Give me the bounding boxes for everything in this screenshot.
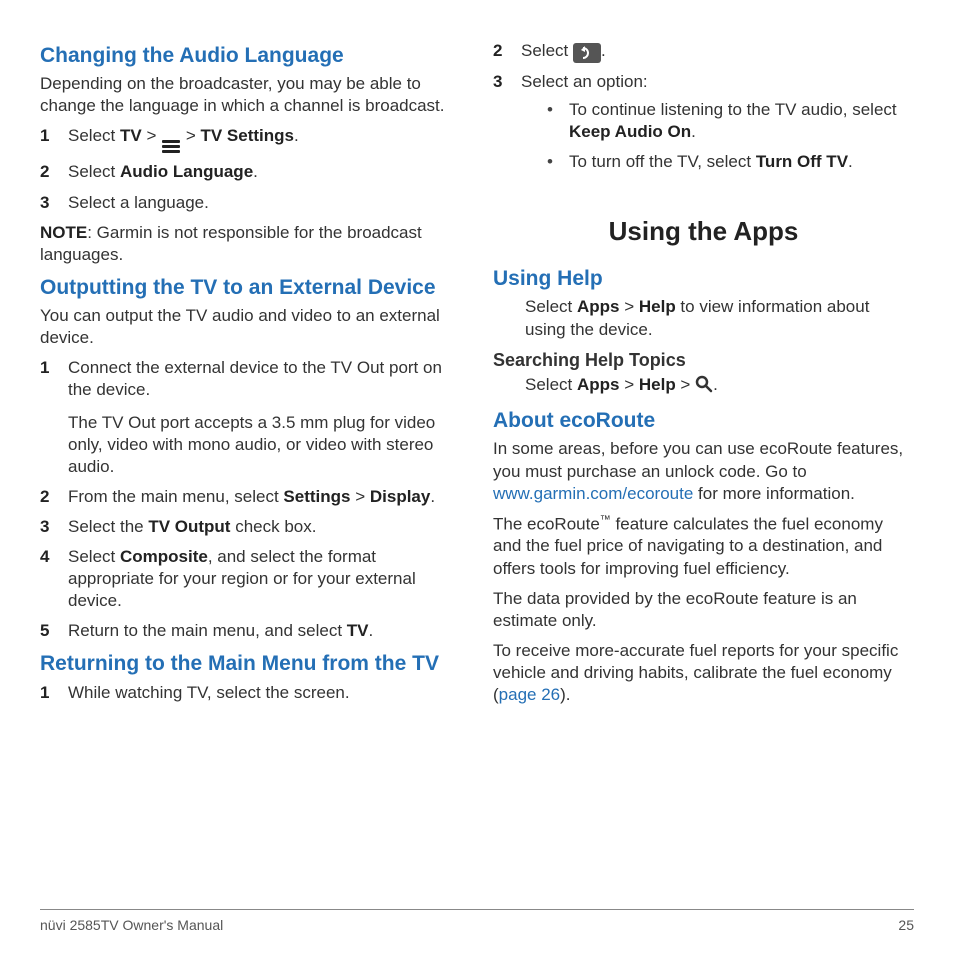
page-footer: nüvi 2585TV Owner's Manual 25	[40, 909, 914, 934]
using-help-body: Select Apps > Help to view information a…	[493, 296, 914, 340]
step: 1 Select TV > > TV Settings.	[40, 125, 461, 153]
bullet: •To turn off the TV, select Turn Off TV.	[521, 151, 914, 173]
tv-external-intro: You can output the TV audio and video to…	[40, 305, 461, 349]
step: 2 From the main menu, select Settings > …	[40, 486, 461, 508]
search-help-body: Select Apps > Help > .	[493, 374, 914, 399]
note: NOTE: Garmin is not responsible for the …	[40, 222, 461, 266]
audio-language-intro: Depending on the broadcaster, you may be…	[40, 73, 461, 117]
step: 2 Select .	[493, 40, 914, 63]
page-26-link[interactable]: page 26	[499, 685, 560, 704]
back-icon	[573, 43, 601, 63]
ecoroute-link[interactable]: www.garmin.com/ecoroute	[493, 484, 693, 503]
step: 5 Return to the main menu, and select TV…	[40, 620, 461, 642]
left-column: Changing the Audio Language Depending on…	[40, 36, 461, 896]
heading-ecoroute: About ecoRoute	[493, 407, 914, 434]
heading-search-help: Searching Help Topics	[493, 349, 914, 372]
eco-para-3: The data provided by the ecoRoute featur…	[493, 588, 914, 632]
eco-para-4: To receive more-accurate fuel reports fo…	[493, 640, 914, 706]
heading-tv-external: Outputting the TV to an External Device	[40, 274, 461, 301]
bullet: •To continue listening to the TV audio, …	[521, 99, 914, 143]
heading-audio-language: Changing the Audio Language	[40, 42, 461, 69]
step: 1 Connect the external device to the TV …	[40, 357, 461, 477]
search-icon	[695, 375, 713, 399]
eco-para-1: In some areas, before you can use ecoRou…	[493, 438, 914, 504]
step: 4 Select Composite, and select the forma…	[40, 546, 461, 612]
footer-title: nüvi 2585TV Owner's Manual	[40, 916, 223, 934]
step: 3 Select a language.	[40, 192, 461, 214]
heading-return-main: Returning to the Main Menu from the TV	[40, 650, 461, 677]
heading-using-help: Using Help	[493, 265, 914, 292]
heading-using-apps: Using the Apps	[493, 215, 914, 249]
step: 2 Select Audio Language.	[40, 161, 461, 183]
footer-page-number: 25	[898, 916, 914, 934]
step: 1 While watching TV, select the screen.	[40, 682, 461, 704]
step: 3 Select the TV Output check box.	[40, 516, 461, 538]
step-text: Select TV > > TV Settings.	[68, 125, 461, 153]
right-column: 2 Select . 3 Select an option: •To conti…	[493, 36, 914, 896]
eco-para-2: The ecoRoute™ feature calculates the fue…	[493, 513, 914, 580]
step: 3 Select an option: •To continue listeni…	[493, 71, 914, 181]
menu-icon	[162, 140, 180, 153]
